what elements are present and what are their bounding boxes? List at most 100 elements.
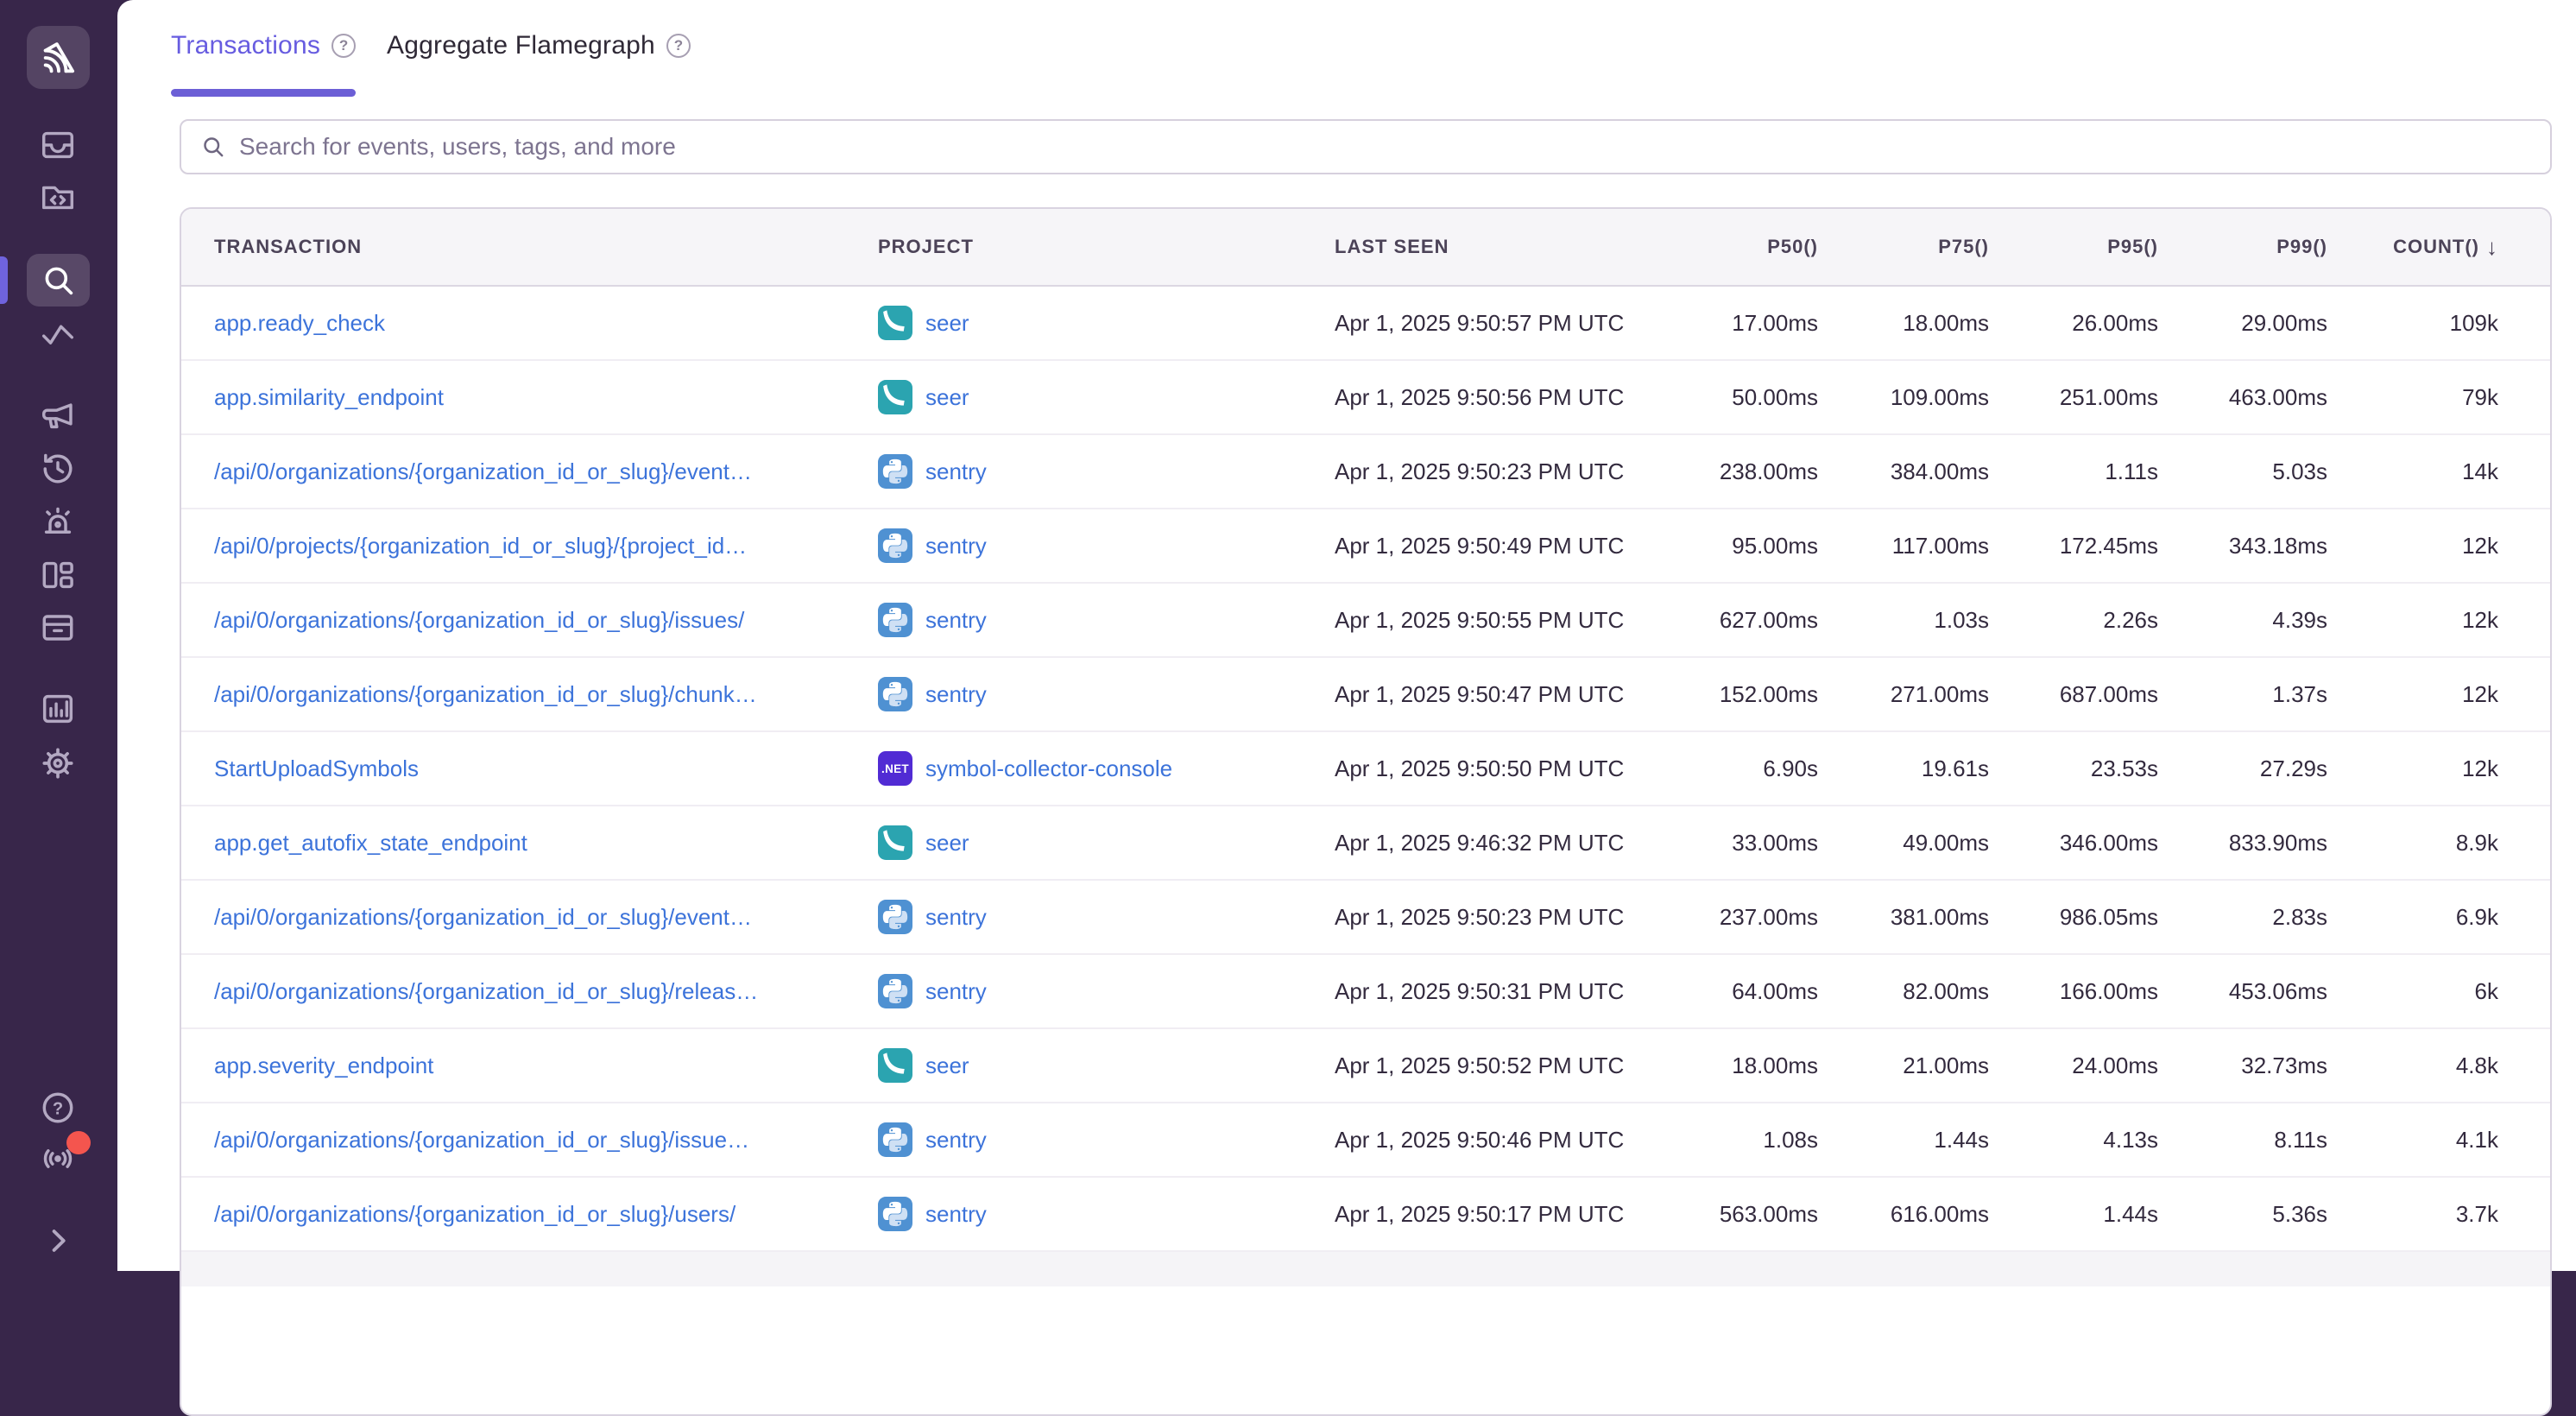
sidebar-item-help[interactable]: ? [38,1088,78,1128]
sidebar-item-feedback[interactable] [38,395,78,434]
project-cell: sentry [878,1122,1335,1157]
project-link[interactable]: symbol-collector-console [925,755,1172,782]
p99-cell: 5.03s [2158,458,2327,485]
p50-cell: 237.00ms [1654,904,1818,931]
project-cell: sentry [878,1197,1335,1231]
search-bar[interactable] [180,119,2552,174]
transaction-cell: app.get_autofix_state_endpoint [181,830,878,857]
project-link[interactable]: sentry [925,1127,987,1154]
transaction-link[interactable]: /api/0/organizations/{organization_id_or… [214,904,752,930]
help-circle-icon[interactable]: ? [666,34,691,58]
project-link[interactable]: seer [925,830,969,857]
p50-cell: 238.00ms [1654,458,1818,485]
sidebar-item-settings[interactable] [38,743,78,783]
p95-cell: 2.26s [1989,607,2158,634]
transaction-link[interactable]: /api/0/organizations/{organization_id_or… [214,978,758,1004]
p95-cell: 166.00ms [1989,978,2158,1005]
project-link[interactable]: seer [925,384,969,411]
transaction-link[interactable]: /api/0/projects/{organization_id_or_slug… [214,533,747,559]
transaction-link[interactable]: app.similarity_endpoint [214,384,444,410]
sidebar-item-traces[interactable] [38,315,78,355]
column-header-last-seen[interactable]: LAST SEEN [1335,236,1654,258]
transaction-cell: /api/0/projects/{organization_id_or_slug… [181,533,878,559]
column-header-p95[interactable]: P95() [1989,236,2158,258]
project-cell: seer [878,306,1335,340]
p99-cell: 463.00ms [2158,384,2327,411]
transaction-link[interactable]: StartUploadSymbols [214,755,419,781]
column-header-transaction[interactable]: TRANSACTION [181,236,878,258]
count-cell: 109k [2327,310,2550,337]
p75-cell: 109.00ms [1818,384,1989,411]
transaction-link[interactable]: /api/0/organizations/{organization_id_or… [214,458,752,484]
column-header-project[interactable]: PROJECT [878,236,1335,258]
sidebar-item-whats-new[interactable] [38,1139,78,1179]
p95-cell: 172.45ms [1989,533,2158,559]
sidebar-expand-button[interactable] [38,1221,78,1261]
help-circle-icon[interactable]: ? [331,34,356,58]
last-seen-cell: Apr 1, 2025 9:50:17 PM UTC [1335,1201,1654,1228]
project-link[interactable]: sentry [925,681,987,708]
last-seen-cell: Apr 1, 2025 9:50:56 PM UTC [1335,384,1654,411]
transaction-link[interactable]: /api/0/organizations/{organization_id_or… [214,1127,749,1153]
transaction-link[interactable]: /api/0/organizations/{organization_id_or… [214,681,757,707]
sidebar-item-issues[interactable] [38,125,78,165]
sidebar-item-alerts[interactable] [38,502,78,541]
sidebar-item-stats[interactable] [38,689,78,729]
project-link[interactable]: seer [925,310,969,337]
last-seen-cell: Apr 1, 2025 9:50:46 PM UTC [1335,1127,1654,1154]
transaction-link[interactable]: app.ready_check [214,310,385,336]
tab-aggregate-flamegraph-label: Aggregate Flamegraph [387,31,655,60]
column-header-p50[interactable]: P50() [1654,236,1818,258]
project-link[interactable]: sentry [925,1201,987,1228]
p95-cell: 687.00ms [1989,681,2158,708]
megaphone-icon [38,395,78,434]
transaction-link[interactable]: app.get_autofix_state_endpoint [214,830,527,856]
count-cell: 6k [2327,978,2550,1005]
transaction-cell: /api/0/organizations/{organization_id_or… [181,978,878,1005]
transaction-link[interactable]: /api/0/organizations/{organization_id_or… [214,1201,736,1227]
project-link[interactable]: sentry [925,458,987,485]
transaction-cell: StartUploadSymbols [181,755,878,782]
python-project-icon [878,1122,912,1157]
p50-cell: 95.00ms [1654,533,1818,559]
search-input[interactable] [239,133,2531,161]
p75-cell: 1.03s [1818,607,1989,634]
dotnet-project-icon: .NET [878,751,912,786]
sidebar-item-archive[interactable] [38,608,78,648]
last-seen-cell: Apr 1, 2025 9:50:23 PM UTC [1335,904,1654,931]
column-header-count[interactable]: COUNT() ↓ [2327,234,2550,261]
p99-cell: 2.83s [2158,904,2327,931]
p95-cell: 24.00ms [1989,1053,2158,1079]
tab-transactions[interactable]: Transactions ? [171,22,356,97]
table-row: /api/0/organizations/{organization_id_or… [181,584,2550,658]
column-header-p75[interactable]: P75() [1818,236,1989,258]
sidebar-item-explore[interactable] [38,177,78,217]
count-cell: 3.7k [2327,1201,2550,1228]
sidebar-item-dashboards[interactable] [38,555,78,595]
p95-cell: 1.11s [1989,458,2158,485]
transactions-table: TRANSACTION PROJECT LAST SEEN P50() P75(… [180,207,2552,1416]
p75-cell: 117.00ms [1818,533,1989,559]
p50-cell: 18.00ms [1654,1053,1818,1079]
transaction-link[interactable]: /api/0/organizations/{organization_id_or… [214,607,744,633]
column-header-p99[interactable]: P99() [2158,236,2327,258]
p95-cell: 23.53s [1989,755,2158,782]
transaction-link[interactable]: app.severity_endpoint [214,1053,433,1078]
sentry-logo[interactable] [27,26,90,89]
project-link[interactable]: sentry [925,607,987,634]
project-link[interactable]: sentry [925,978,987,1005]
p50-cell: 50.00ms [1654,384,1818,411]
p50-cell: 64.00ms [1654,978,1818,1005]
p99-cell: 453.06ms [2158,978,2327,1005]
p75-cell: 82.00ms [1818,978,1989,1005]
project-cell: .NET symbol-collector-console [878,751,1335,786]
project-link[interactable]: sentry [925,533,987,559]
count-cell: 14k [2327,458,2550,485]
tab-aggregate-flamegraph[interactable]: Aggregate Flamegraph ? [387,22,691,97]
count-cell: 4.1k [2327,1127,2550,1154]
table-row: /api/0/organizations/{organization_id_or… [181,881,2550,955]
project-link[interactable]: seer [925,1053,969,1079]
sidebar-item-search[interactable] [27,254,90,307]
sidebar-item-replays[interactable] [38,449,78,489]
project-link[interactable]: sentry [925,904,987,931]
